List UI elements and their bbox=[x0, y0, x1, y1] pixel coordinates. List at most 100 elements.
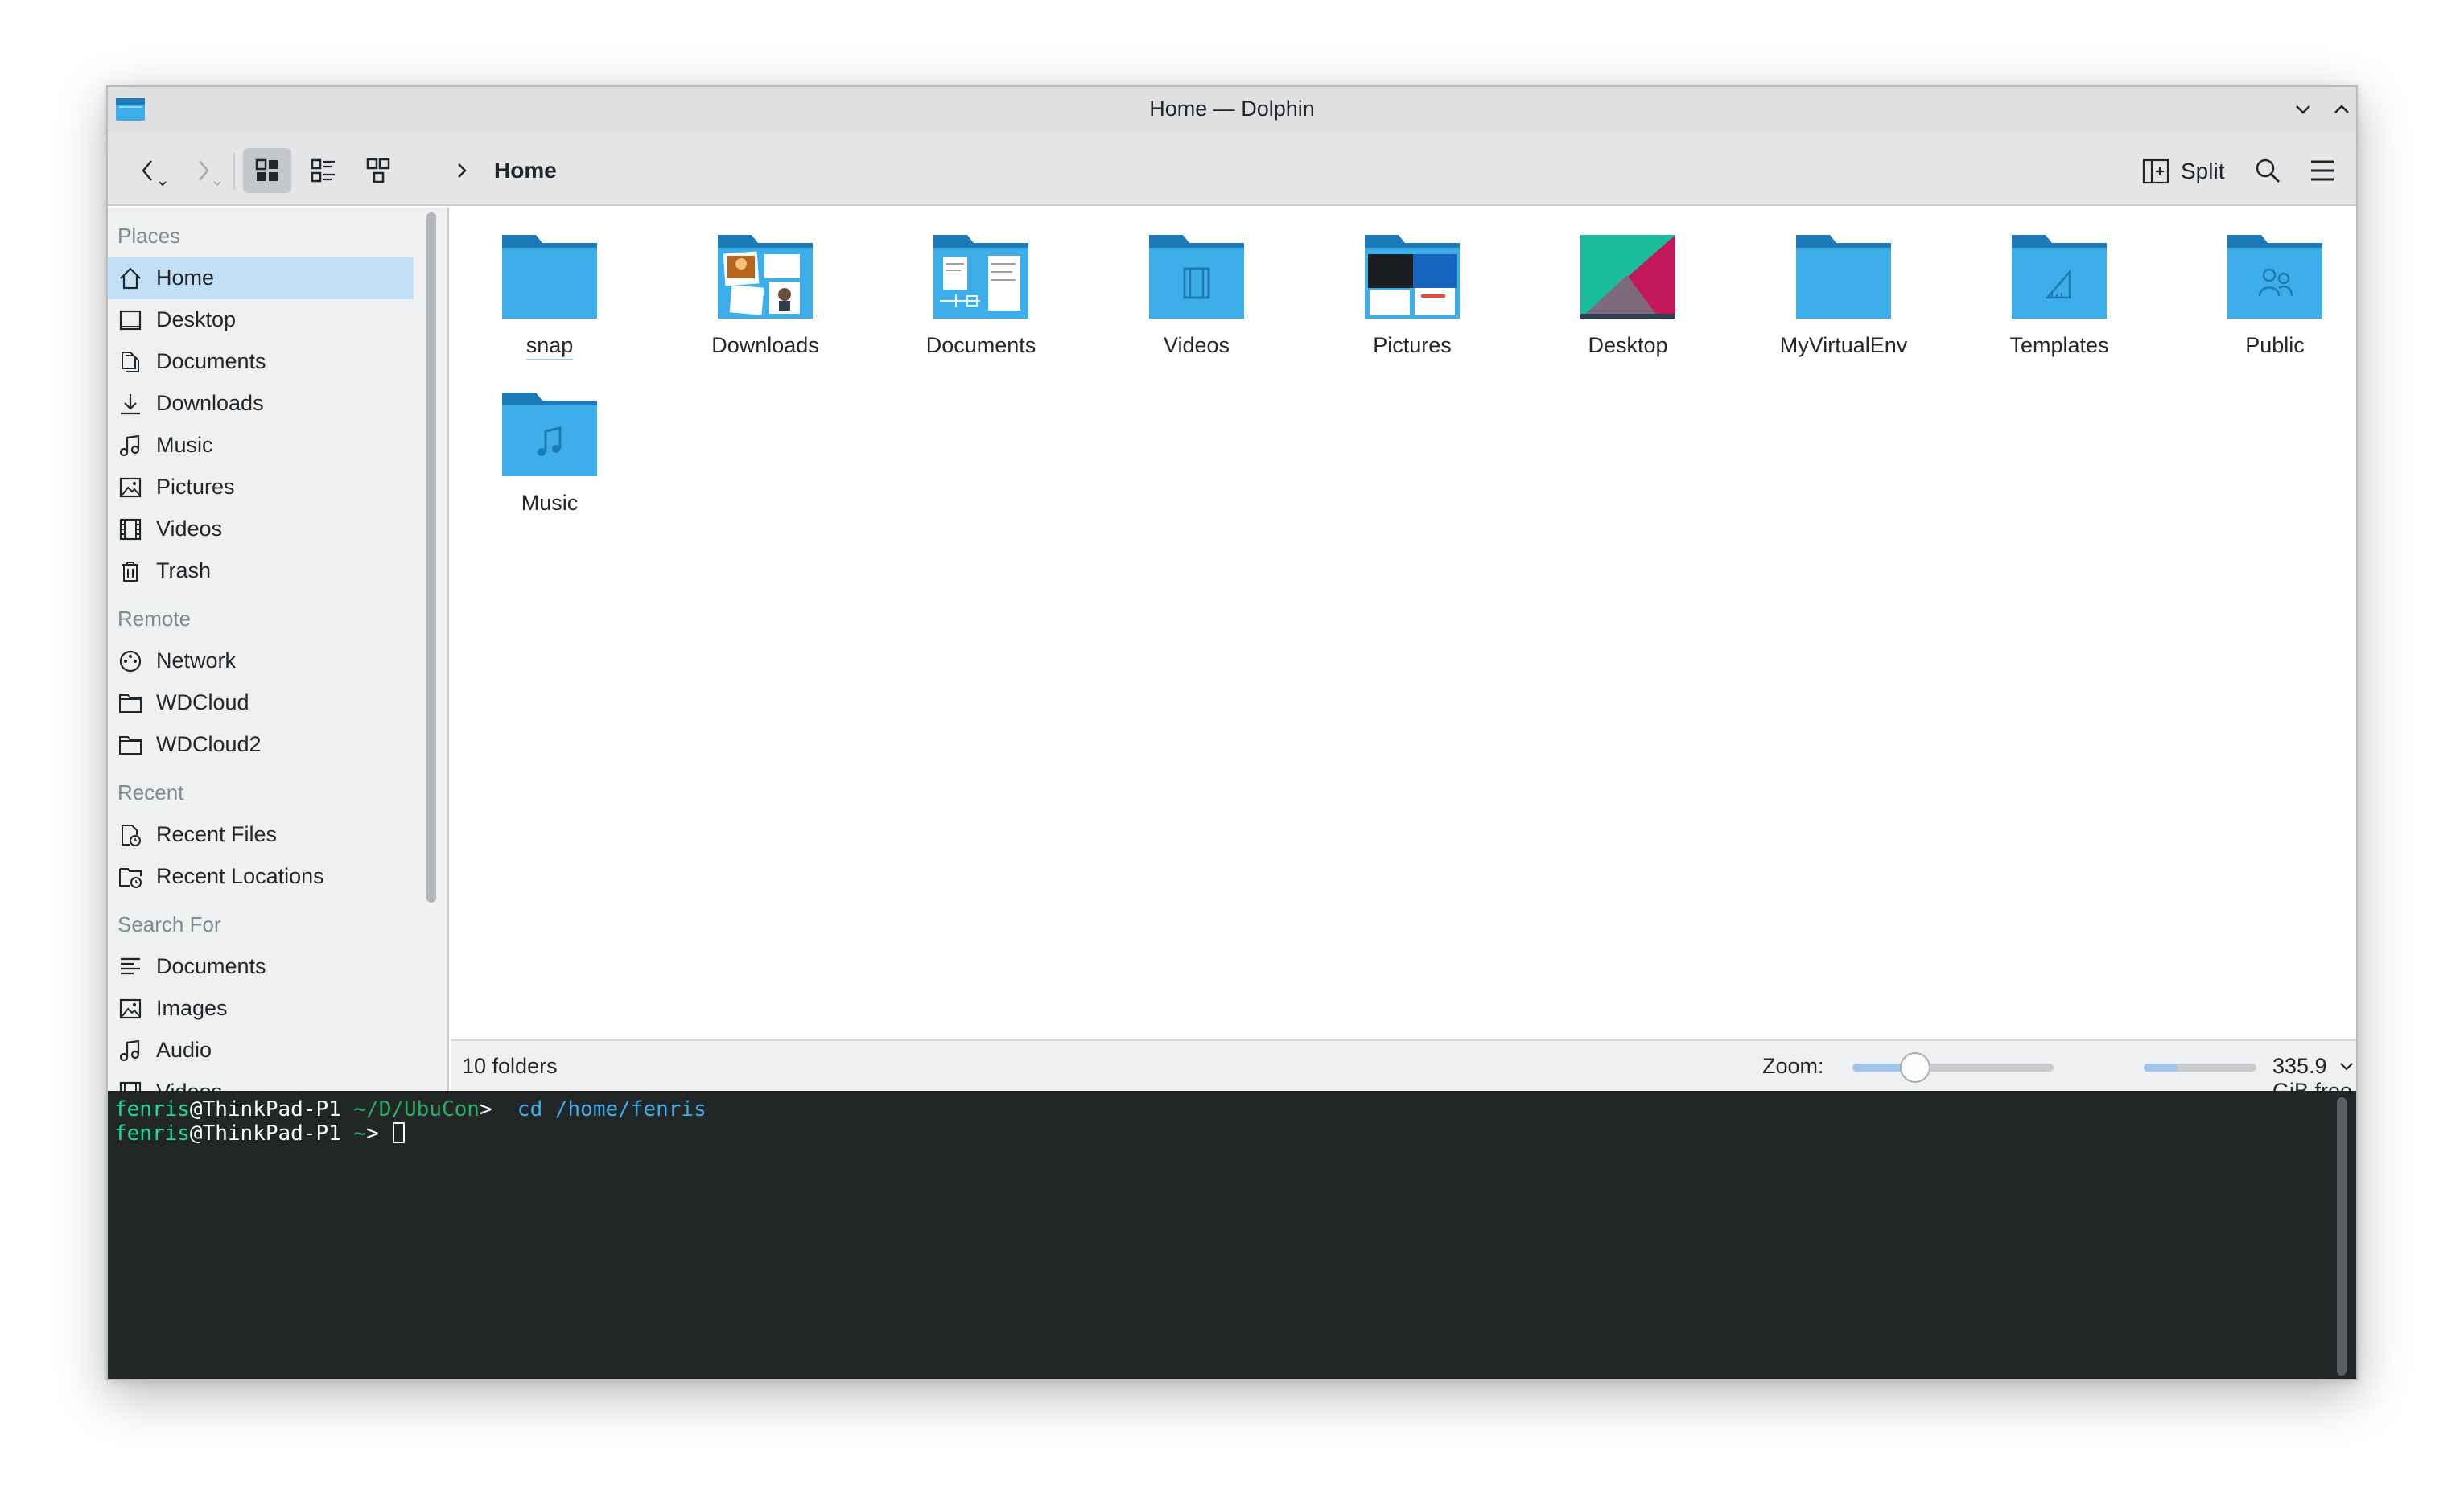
terminal-user: fenris bbox=[114, 1121, 190, 1146]
folder-public-icon bbox=[2226, 232, 2324, 320]
folder-pictures-preview-icon bbox=[1363, 232, 1461, 320]
folder-name: snap bbox=[525, 333, 574, 357]
folder-item-myvirtualenv[interactable]: MyVirtualEnv bbox=[1751, 208, 1936, 360]
sidebar-item-recent-files[interactable]: Recent Files bbox=[108, 814, 414, 856]
terminal-prompt: > bbox=[366, 1121, 392, 1146]
sidebar-item-recent-locations[interactable]: Recent Locations bbox=[108, 856, 414, 898]
documents-search-icon bbox=[117, 954, 143, 980]
terminal-command: cd /home/fenris bbox=[492, 1097, 707, 1121]
folder-icon bbox=[1794, 232, 1893, 320]
folder-item-pictures[interactable]: Pictures bbox=[1320, 208, 1505, 360]
terminal-panel[interactable]: fenris@ThinkPad-P1 ~/D/UbuCon> cd /home/… bbox=[108, 1091, 2356, 1379]
details-view-button[interactable] bbox=[299, 148, 348, 193]
back-button[interactable] bbox=[124, 148, 172, 193]
sidebar-scrollbar-thumb[interactable] bbox=[426, 212, 436, 903]
free-space-bar bbox=[2144, 1064, 2256, 1072]
recent-header: Recent bbox=[117, 780, 184, 804]
dolphin-window: Home — Dolphin Home Split Places Home De… bbox=[106, 85, 2358, 1380]
breadcrumb-chevron-icon[interactable] bbox=[446, 154, 478, 187]
sidebar-item-downloads[interactable]: Downloads bbox=[108, 383, 414, 425]
places-panel: Places Home Desktop Documents Downloads … bbox=[108, 208, 414, 1091]
places-header: Places bbox=[117, 224, 181, 248]
icons-view-button[interactable] bbox=[243, 148, 291, 193]
sidebar-item-label: Music bbox=[156, 433, 213, 457]
folder-item-documents[interactable]: Documents bbox=[888, 208, 1073, 360]
folder-item-templates[interactable]: Templates bbox=[1967, 208, 2152, 360]
music-icon bbox=[117, 433, 143, 459]
sidebar-item-search-audio[interactable]: Audio bbox=[108, 1030, 414, 1072]
sidebar-item-desktop[interactable]: Desktop bbox=[108, 299, 414, 341]
sidebar-item-trash[interactable]: Trash bbox=[108, 550, 414, 592]
folder-name: MyVirtualEnv bbox=[1779, 333, 1908, 357]
sidebar-item-search-images[interactable]: Images bbox=[108, 988, 414, 1030]
recent-files-icon bbox=[117, 822, 143, 848]
compact-view-button[interactable] bbox=[354, 148, 402, 193]
search-button[interactable] bbox=[2244, 148, 2292, 193]
sidebar-item-wdcloud[interactable]: WDCloud bbox=[108, 682, 414, 724]
recent-locations-icon bbox=[117, 864, 143, 890]
downloads-icon bbox=[117, 391, 143, 417]
sidebar-item-search-videos[interactable]: Videos bbox=[108, 1072, 414, 1091]
videos-icon bbox=[117, 516, 143, 542]
folder-music-icon bbox=[501, 389, 599, 478]
folder-item-desktop[interactable]: Desktop bbox=[1535, 208, 1720, 360]
minimize-button[interactable] bbox=[2287, 93, 2319, 126]
sidebar-item-home[interactable]: Home bbox=[108, 257, 414, 299]
sidebar-item-label: Recent Locations bbox=[156, 864, 324, 888]
search-icon bbox=[2256, 158, 2280, 183]
terminal-host: @ThinkPad-P1 bbox=[189, 1097, 341, 1121]
folder-name: Music bbox=[521, 491, 579, 515]
forward-button[interactable] bbox=[179, 148, 227, 193]
hamburger-menu-icon bbox=[2311, 160, 2334, 181]
maximize-button[interactable] bbox=[2326, 93, 2356, 126]
sidebar-item-label: Audio bbox=[156, 1038, 212, 1062]
folder-count: 10 folders bbox=[462, 1054, 558, 1078]
sidebar-item-label: Images bbox=[156, 996, 228, 1020]
sidebar-item-documents[interactable]: Documents bbox=[108, 341, 414, 383]
free-space-bar-fill bbox=[2144, 1064, 2178, 1072]
sidebar-item-videos[interactable]: Videos bbox=[108, 508, 414, 550]
sidebar-item-music[interactable]: Music bbox=[108, 425, 414, 467]
file-view[interactable]: snap Downloads Documents Videos Pictures bbox=[451, 208, 2356, 1039]
sidebar-item-label: Documents bbox=[156, 954, 266, 978]
sidebar-item-pictures[interactable]: Pictures bbox=[108, 467, 414, 508]
desktop-icon bbox=[117, 307, 143, 333]
folder-item-videos[interactable]: Videos bbox=[1104, 208, 1289, 360]
title-bar[interactable]: Home — Dolphin bbox=[108, 87, 2356, 132]
main-toolbar: Home Split bbox=[108, 132, 2356, 206]
sidebar-scrollbar[interactable] bbox=[414, 208, 449, 1091]
folder-item-snap[interactable]: snap bbox=[457, 208, 642, 360]
window-title: Home — Dolphin bbox=[1149, 97, 1315, 121]
sidebar-item-wdcloud2[interactable]: WDCloud2 bbox=[108, 724, 414, 766]
zoom-slider-handle[interactable] bbox=[1900, 1052, 1930, 1083]
videos-icon bbox=[117, 1080, 143, 1091]
breadcrumb-home[interactable]: Home bbox=[494, 158, 557, 183]
folder-item-music[interactable]: Music bbox=[457, 365, 642, 518]
folder-item-public[interactable]: Public bbox=[2182, 208, 2356, 360]
sidebar-item-label: Documents bbox=[156, 349, 266, 373]
search-for-header: Search For bbox=[117, 912, 221, 936]
hamburger-menu-button[interactable] bbox=[2298, 148, 2347, 193]
terminal-path: ~/D/UbuCon bbox=[340, 1097, 480, 1121]
folder-videos-icon bbox=[1148, 232, 1246, 320]
folder-item-downloads[interactable]: Downloads bbox=[673, 208, 858, 360]
sidebar-item-search-documents[interactable]: Documents bbox=[108, 946, 414, 988]
remote-header: Remote bbox=[117, 607, 192, 631]
audio-icon bbox=[117, 1038, 143, 1064]
folder-name: Downloads bbox=[711, 333, 819, 357]
sidebar-item-label: Pictures bbox=[156, 475, 235, 499]
folder-name: Public bbox=[2245, 333, 2305, 357]
folder-name: Documents bbox=[925, 333, 1036, 357]
terminal-scrollbar[interactable] bbox=[2337, 1097, 2347, 1376]
folder-icon bbox=[117, 690, 143, 716]
network-icon bbox=[117, 648, 143, 674]
zoom-slider[interactable] bbox=[1852, 1052, 2054, 1083]
sidebar-item-label: Home bbox=[156, 265, 215, 290]
folder-icon bbox=[117, 732, 143, 758]
folder-downloads-preview-icon bbox=[716, 232, 814, 320]
chevron-down-icon[interactable] bbox=[2334, 1054, 2356, 1080]
sidebar-item-label: Trash bbox=[156, 558, 212, 582]
terminal-cursor bbox=[393, 1122, 406, 1143]
sidebar-item-network[interactable]: Network bbox=[108, 640, 414, 682]
zoom-label: Zoom: bbox=[1762, 1054, 1824, 1078]
